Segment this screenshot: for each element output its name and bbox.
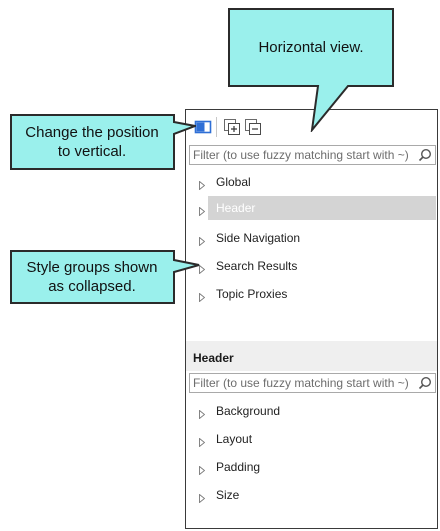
- style-group-side-navigation[interactable]: Side Navigation: [199, 226, 436, 250]
- style-group-header[interactable]: Header: [199, 196, 436, 220]
- style-group-label: Search Results: [216, 259, 298, 273]
- expand-arrow-icon[interactable]: [199, 462, 206, 476]
- style-group-search-results[interactable]: Search Results: [199, 254, 436, 278]
- callout-text: Change the position to vertical.: [10, 123, 174, 161]
- properties-header: Header: [186, 341, 437, 371]
- styles-panel: Global Header Side Navigation Search Res…: [185, 109, 438, 529]
- callout-line: to vertical.: [57, 143, 127, 160]
- search-icon[interactable]: [418, 376, 432, 390]
- property-group-layout[interactable]: Layout: [199, 427, 436, 451]
- layout-toggle-icon[interactable]: [194, 118, 212, 136]
- vertical-position-callout: Change the position to vertical.: [10, 114, 196, 170]
- property-group-label: Layout: [216, 432, 253, 446]
- collapsed-groups-callout: Style groups shown as collapsed.: [10, 250, 200, 304]
- callout-line: Style groups shown: [26, 259, 158, 276]
- expand-arrow-icon[interactable]: [199, 203, 206, 217]
- expand-arrow-icon[interactable]: [199, 406, 206, 420]
- property-group-label: Background: [216, 404, 281, 418]
- style-filter-input[interactable]: [190, 146, 415, 164]
- property-filter-field[interactable]: [189, 373, 436, 393]
- property-group-label: Padding: [216, 460, 261, 474]
- horizontal-view-callout: Horizontal view.: [228, 8, 394, 132]
- expand-arrow-icon[interactable]: [199, 233, 206, 247]
- property-group-background[interactable]: Background: [199, 399, 436, 423]
- style-group-global[interactable]: Global: [199, 170, 436, 194]
- property-group-size[interactable]: Size: [199, 483, 436, 507]
- style-filter-field[interactable]: [189, 145, 436, 165]
- property-filter-input[interactable]: [190, 374, 415, 392]
- expand-arrow-icon[interactable]: [199, 177, 206, 191]
- style-group-topic-proxies[interactable]: Topic Proxies: [199, 282, 436, 306]
- style-group-label: Header: [216, 201, 256, 215]
- property-group-padding[interactable]: Padding: [199, 455, 436, 479]
- expand-arrow-icon[interactable]: [199, 490, 206, 504]
- expand-arrow-icon[interactable]: [199, 434, 206, 448]
- toolbar-separator: [216, 117, 217, 137]
- callout-line: as collapsed.: [48, 278, 136, 295]
- callout-text: Horizontal view.: [258, 39, 364, 56]
- property-group-label: Size: [216, 488, 240, 502]
- style-group-label: Topic Proxies: [216, 287, 288, 301]
- properties-title: Header: [193, 351, 234, 365]
- callout-text: Style groups shown as collapsed.: [10, 258, 174, 296]
- callout-line: Change the position: [25, 124, 159, 141]
- style-group-label: Side Navigation: [216, 231, 301, 245]
- style-group-label: Global: [216, 175, 251, 189]
- search-icon[interactable]: [418, 148, 432, 162]
